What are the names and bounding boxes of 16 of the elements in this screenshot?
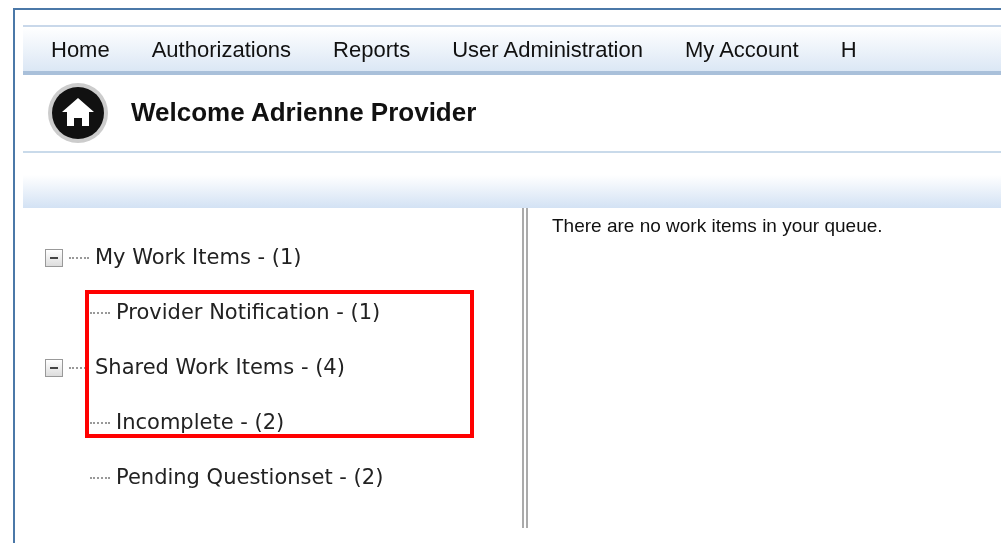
welcome-title: Welcome Adrienne Provider: [131, 97, 477, 129]
menu-item[interactable]: H: [819, 32, 878, 66]
menu-item[interactable]: User Administration: [431, 32, 664, 66]
home-icon: [47, 82, 109, 144]
menu-item[interactable]: Reports: [312, 32, 432, 66]
tree-item[interactable]: Provider Notification - (1): [116, 296, 381, 329]
tree-item[interactable]: Incomplete - (2): [116, 406, 285, 439]
collapse-icon[interactable]: [45, 358, 63, 377]
menu-item[interactable]: Authorizations: [130, 32, 313, 66]
menu-item[interactable]: My Account: [663, 32, 820, 66]
menu-item[interactable]: Home: [23, 32, 131, 66]
collapse-icon[interactable]: [45, 248, 63, 267]
tree-item[interactable]: My Work Items - (1): [95, 241, 302, 274]
tree-item[interactable]: Pending Questionset - (2): [116, 461, 384, 494]
empty-queue-message: There are no work items in your queue.: [551, 214, 883, 238]
tree-item[interactable]: Shared Work Items - (4): [95, 351, 345, 384]
